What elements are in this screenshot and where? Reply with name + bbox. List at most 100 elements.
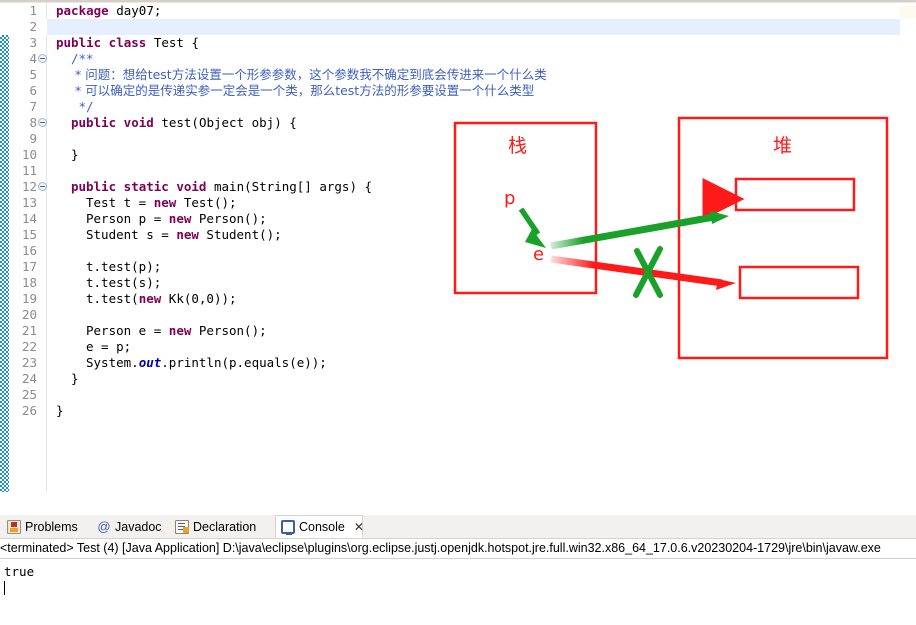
code-line[interactable]: } xyxy=(71,371,79,387)
code-line[interactable]: package day07; xyxy=(56,3,161,19)
line-number: 25 xyxy=(21,387,37,402)
code-line[interactable]: } xyxy=(56,403,64,419)
declaration-icon xyxy=(175,519,189,534)
code-line[interactable]: Person e = new Person(); xyxy=(86,323,267,339)
code-token: t.test(s); xyxy=(86,275,162,290)
launch-config-line: <terminated> Test (4) [Java Application]… xyxy=(0,541,881,555)
code-token: Person e = xyxy=(86,323,169,338)
line-number: 5 xyxy=(29,67,37,82)
code-token: package xyxy=(56,3,117,18)
code-token: t.test( xyxy=(86,291,139,306)
code-line[interactable]: t.test(new Kk(0,0)); xyxy=(86,291,237,307)
tab-declaration[interactable]: Declaration xyxy=(170,515,275,538)
code-line[interactable]: } xyxy=(71,147,79,163)
code-token: test(Object obj) { xyxy=(161,115,297,130)
code-line[interactable]: Student s = new Student(); xyxy=(86,227,282,243)
code-text-area[interactable]: 1 package day07; 2 3 public class Test { 4 /**… xyxy=(0,3,916,492)
code-line[interactable]: Test t = new Test(); xyxy=(86,195,237,211)
code-line[interactable]: t.test(p); xyxy=(86,259,161,275)
line-number: 3 xyxy=(29,35,37,50)
code-line[interactable]: * 可以确定的是传递实参一定会是一个类，那么test方法的形参要设置一个什么类型 xyxy=(71,83,534,99)
tab-console[interactable]: Console ✕ xyxy=(275,515,364,538)
code-token: * 问题：想给test方法设置一个形参参数，这个参数我不确定到底会传进来一个什么… xyxy=(71,67,547,82)
code-token: /** xyxy=(71,51,94,66)
code-token: Test t = xyxy=(86,195,154,210)
line-number: 9 xyxy=(29,131,37,146)
code-token: Test { xyxy=(153,35,199,50)
tab-label: Problems xyxy=(25,519,78,534)
line-number: 15 xyxy=(21,227,37,242)
code-token: new xyxy=(168,211,199,226)
line-number: 11 xyxy=(21,163,37,178)
code-token: new xyxy=(176,227,207,242)
code-line[interactable]: e = p; xyxy=(86,339,131,355)
fold-toggle-icon[interactable] xyxy=(38,118,47,127)
code-token: Test(); xyxy=(183,195,237,210)
code-token: } xyxy=(71,371,79,386)
line-number: 18 xyxy=(21,275,37,290)
line-number: 4 xyxy=(29,51,37,66)
eclipse-ide-window: 1 package day07; 2 3 public class Test { 4 /**… xyxy=(0,0,916,625)
console-caret xyxy=(4,581,5,595)
tab-label: Javadoc xyxy=(115,519,162,534)
code-token: Person(); xyxy=(198,211,267,226)
tab-javadoc[interactable]: @ Javadoc xyxy=(92,515,170,538)
code-token: main(String[] args) { xyxy=(214,179,373,194)
java-editor[interactable]: 1 package day07; 2 3 public class Test { 4 /**… xyxy=(0,3,916,492)
line-number: 19 xyxy=(21,291,37,306)
fold-toggle-icon[interactable] xyxy=(38,182,47,191)
problems-icon xyxy=(7,519,21,534)
at-icon: @ xyxy=(97,518,111,534)
code-token: Person(); xyxy=(198,323,267,338)
code-token: Student s = xyxy=(86,227,177,242)
code-token: day07; xyxy=(116,3,162,18)
code-line[interactable]: */ xyxy=(71,99,94,115)
code-line[interactable]: t.test(s); xyxy=(86,275,161,291)
code-token: Student(); xyxy=(206,227,282,242)
code-token: public static void xyxy=(71,179,214,194)
code-token: e = p; xyxy=(86,339,132,354)
line-number: 14 xyxy=(21,211,37,226)
code-token: } xyxy=(56,403,64,418)
code-line[interactable]: * 问题：想给test方法设置一个形参参数，这个参数我不确定到底会传进来一个什么… xyxy=(71,67,547,83)
code-line[interactable]: public static void main(String[] args) { xyxy=(71,179,372,195)
code-token: Kk(0,0)); xyxy=(168,291,237,306)
line-number: 21 xyxy=(21,323,37,338)
code-line[interactable]: Person p = new Person(); xyxy=(86,211,267,227)
code-token: } xyxy=(71,147,79,162)
code-line[interactable]: /** xyxy=(71,51,94,67)
overview-ruler[interactable] xyxy=(900,3,916,492)
line-number: 16 xyxy=(21,243,37,258)
code-token: out xyxy=(138,355,162,370)
console-output-line: true xyxy=(4,564,35,579)
console-icon xyxy=(281,519,295,535)
bottom-view-panel: Problems @ Javadoc Declaration Console ✕ <ter… xyxy=(0,515,916,625)
code-token: public void xyxy=(71,115,162,130)
line-number: 2 xyxy=(29,19,37,34)
code-line[interactable]: public void test(Object obj) { xyxy=(71,115,297,131)
close-icon[interactable]: ✕ xyxy=(354,520,364,534)
line-number: 22 xyxy=(21,339,37,354)
console-separator xyxy=(0,558,916,559)
line-number: 1 xyxy=(29,3,37,18)
code-line[interactable]: public class Test { xyxy=(56,35,199,51)
code-token: */ xyxy=(71,99,94,114)
code-token: System. xyxy=(86,355,139,370)
code-token: Person p = xyxy=(86,211,169,226)
line-number: 24 xyxy=(21,371,37,386)
code-token: new xyxy=(153,195,184,210)
tab-problems[interactable]: Problems xyxy=(2,515,92,538)
code-token: * 可以确定的是传递实参一定会是一个类，那么test方法的形参要设置一个什么类型 xyxy=(71,83,535,98)
line-number: 20 xyxy=(21,307,37,322)
fold-toggle-icon[interactable] xyxy=(38,54,47,63)
code-token: public class xyxy=(56,35,154,50)
code-token: new xyxy=(168,323,199,338)
view-tab-bar[interactable]: Problems @ Javadoc Declaration Console ✕ xyxy=(0,515,916,539)
code-line[interactable]: System.out.println(p.equals(e)); xyxy=(86,355,327,371)
line-number: 13 xyxy=(21,195,37,210)
code-token: .println(p.equals(e)); xyxy=(161,355,327,370)
line-number: 12 xyxy=(21,179,37,194)
console-output-area[interactable]: true xyxy=(0,560,916,625)
tab-label: Declaration xyxy=(193,519,257,534)
line-number: 8 xyxy=(29,115,37,130)
